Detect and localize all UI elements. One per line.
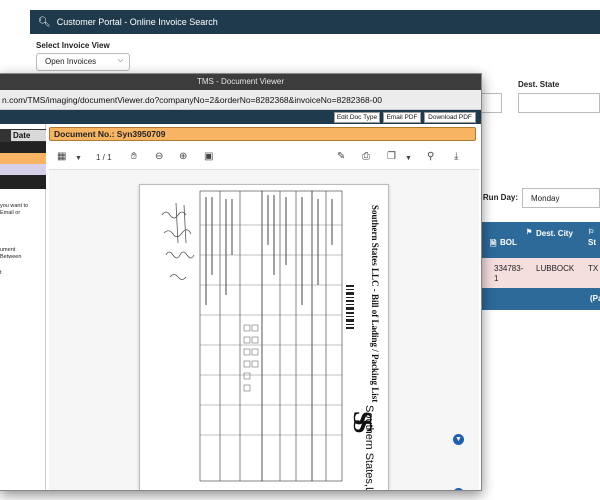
panel-text-line: Between: [0, 254, 22, 260]
run-day-value: Monday: [531, 194, 560, 203]
run-day-select[interactable]: Monday: [522, 188, 600, 208]
row-state: TX: [588, 264, 599, 273]
download-icon[interactable]: ⤓: [454, 151, 458, 163]
dest-state-input[interactable]: [518, 93, 600, 113]
panel-note-line: Email or: [0, 210, 21, 216]
scanned-bill-of-lading: Southern States LLC - Bill of Lading / P…: [161, 190, 380, 491]
pdf-toolbar: ▦ ▼ 1 / 1 ✋︎ ⊖ ⊕ ▣ ✎ ⎙ ❐ ▼ ⚲ ⤓: [49, 144, 479, 170]
list-item[interactable]: [0, 142, 46, 153]
thumbnails-icon[interactable]: ▦: [57, 151, 66, 163]
list-item[interactable]: [0, 164, 46, 175]
form-grid: [199, 190, 343, 482]
url-bar[interactable]: n.com/TMS/imaging/documentViewer.do?comp…: [0, 90, 481, 110]
panel-text: t: [0, 270, 2, 277]
document-title: Southern States LLC - Bill of Lading / P…: [370, 205, 380, 402]
header-bol[interactable]: BOL: [500, 238, 517, 247]
invoice-view-value: Open Invoices: [45, 57, 97, 66]
fit-page-icon[interactable]: ▣: [204, 151, 213, 163]
flag-icon: ⚐: [588, 229, 595, 236]
document-list-header: Date: [0, 129, 46, 142]
search-icon: 🔍︎: [38, 16, 51, 28]
row-dest-city: LUBBOCK: [536, 264, 575, 273]
flag-icon: ⚑: [526, 229, 533, 236]
row-bol: 334783-1: [494, 264, 524, 283]
chevron-down-icon[interactable]: ▼: [405, 153, 412, 165]
window-title: TMS - Document Viewer: [0, 74, 481, 90]
document-icon: 🗎︎: [490, 239, 497, 248]
table-footer: (Pa: [482, 288, 600, 310]
invoice-view-select[interactable]: Open Invoices ⌵: [36, 53, 130, 71]
portal-header: 🔍︎ Customer Portal - Online Invoice Sear…: [30, 10, 600, 34]
scroll-up-button[interactable]: ▲: [453, 488, 464, 490]
zoom-out-icon[interactable]: ⊖: [155, 151, 163, 163]
download-pdf-button[interactable]: Download PDF: [424, 112, 476, 123]
dest-state-label: Dest. State: [518, 80, 560, 89]
scroll-down-button[interactable]: ▼: [453, 434, 464, 445]
zoom-in-icon[interactable]: ⊕: [179, 151, 187, 163]
list-item[interactable]: [0, 175, 46, 189]
list-item-selected[interactable]: [0, 153, 46, 164]
chevron-down-icon[interactable]: ▼: [75, 153, 82, 165]
print-icon[interactable]: ⎙: [362, 151, 370, 163]
panel-text-line: ument: [0, 247, 16, 253]
hand-tool-icon[interactable]: ✋︎: [131, 151, 137, 163]
filter-input[interactable]: [480, 93, 502, 113]
header-state[interactable]: St: [588, 238, 596, 247]
run-day-text: Run Day:: [482, 193, 519, 202]
invoice-table-header: 🗎︎ BOL ⚑ Dest. City ⚐ St: [482, 222, 600, 258]
pdf-viewer: ▦ ▼ 1 / 1 ✋︎ ⊖ ⊕ ▣ ✎ ⎙ ❐ ▼ ⚲ ⤓ Southern …: [49, 144, 479, 491]
email-pdf-button[interactable]: Email PDF: [383, 112, 421, 123]
form-rows: [200, 224, 342, 436]
page-count: 1 / 1: [96, 153, 112, 162]
form-text-lines: [205, 195, 333, 305]
date-column-header[interactable]: Date: [11, 130, 46, 141]
panel-text-line: t: [0, 270, 2, 276]
copy-icon[interactable]: ❐: [387, 151, 396, 163]
header-dest-city[interactable]: Dest. City: [536, 228, 576, 239]
document-number-bar: Document No.: Syn3950709: [49, 127, 476, 141]
document-viewer-window: TMS - Document Viewer n.com/TMS/imaging/…: [0, 73, 482, 491]
portal-title: Customer Portal - Online Invoice Search: [56, 17, 218, 27]
company-name: Southern States,LLC: [363, 405, 375, 491]
barcode: [346, 285, 354, 329]
document-page: Southern States LLC - Bill of Lading / P…: [139, 184, 389, 491]
panel-text: ument Between: [0, 247, 21, 261]
checkbox-grid: [243, 324, 259, 392]
panel-note-line: you want to: [0, 203, 29, 209]
search-icon[interactable]: ⚲: [427, 151, 434, 163]
document-list-panel: Date you want to Email or ument Between …: [0, 124, 46, 490]
handwriting-marks: [161, 202, 195, 280]
edit-doc-type-button[interactable]: Edit Doc Type: [334, 112, 380, 123]
table-footer-text: (Pa: [590, 294, 600, 303]
table-row[interactable]: 334783-1 LUBBOCK TX: [482, 258, 600, 288]
select-invoice-view-label: Select Invoice View: [36, 41, 110, 50]
viewer-button-bar: Edit Doc Type Email PDF Download PDF: [0, 110, 481, 124]
pen-icon[interactable]: ✎: [337, 151, 345, 163]
panel-note: you want to Email or: [0, 203, 28, 217]
chevron-down-icon: ⌵: [117, 57, 123, 64]
run-day-label: : Run Day:: [478, 193, 518, 202]
